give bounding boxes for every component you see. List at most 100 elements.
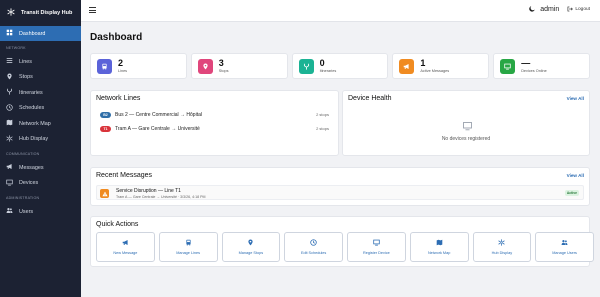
sidebar-item-label: Lines (19, 58, 32, 65)
manage-lines-button[interactable]: Manage Lines (158, 232, 218, 262)
sidebar-item-dashboard[interactable]: Dashboard (0, 26, 81, 41)
manage-users-button[interactable]: Manage Users (535, 232, 594, 262)
action-label: Manage Lines (176, 251, 201, 255)
manage-stops-button[interactable]: Manage Stops (221, 232, 281, 262)
brand[interactable]: Transit Display Hub (0, 0, 81, 26)
bus-icon (97, 58, 112, 74)
hub-display-button[interactable]: Hub Display (472, 232, 532, 262)
action-label: Hub Display (491, 251, 513, 255)
sidebar-section-communication: COMMUNICATION (6, 152, 40, 156)
map-pin-icon (197, 58, 213, 74)
stat-card-lines: 2 Lines (90, 53, 187, 79)
message-subtitle: Tram A — Gare Centrale → Université · 3/… (116, 194, 206, 199)
sidebar-item-users[interactable]: Users (0, 204, 81, 220)
network-map-button[interactable]: Network Map (409, 232, 469, 262)
clock-icon (310, 239, 317, 248)
menu-toggle-icon[interactable] (89, 7, 96, 14)
device-health-card: Device Health View All No devices regist… (342, 90, 590, 156)
sidebar-item-label: Hub Display (19, 136, 49, 143)
page-title: Dashboard (90, 32, 143, 43)
sidebar-item-label: Itineraries (19, 89, 43, 96)
top-header: admin Logout (81, 0, 600, 22)
quick-actions-card: Quick Actions New Message Manage Lines M… (90, 216, 594, 267)
stat-label: Lines (118, 69, 128, 73)
sidebar-item-hub-display[interactable]: Hub Display (0, 132, 81, 148)
stat-label: Itineraries (319, 69, 337, 73)
sidebar-item-itineraries[interactable]: Itineraries (0, 85, 81, 101)
line-badge: T1 (100, 125, 111, 132)
line-stops: 2 stops (316, 126, 329, 131)
network-lines-card: Network Lines B2 Bus 2 — Centre Commerci… (90, 90, 339, 156)
username: admin (540, 6, 560, 13)
map-pin-icon (6, 73, 13, 82)
edit-schedules-button[interactable]: Edit Schedules (284, 232, 343, 262)
card-title: Device Health (348, 95, 392, 102)
status-badge: Active (564, 190, 579, 196)
sidebar-item-lines[interactable]: Lines (0, 54, 81, 70)
card-title: Quick Actions (96, 221, 139, 228)
sidebar-item-label: Dashboard (19, 30, 46, 37)
line-name: Bus 2 — Centre Commercial → Hôpital (115, 111, 202, 118)
dashboard-icon (6, 29, 13, 38)
stat-value: 1 (420, 58, 426, 68)
sidebar-item-devices[interactable]: Devices (0, 176, 81, 192)
stat-label: Devices Online (521, 69, 547, 73)
stat-card-active-messages: 1 Active Messages (392, 53, 490, 79)
sidebar-section-network: NETWORK (6, 46, 26, 50)
sidebar-item-stops[interactable]: Stops (0, 70, 81, 86)
new-message-button[interactable]: New Message (96, 232, 155, 262)
line-name: Tram A — Gare Centrale → Université (115, 125, 200, 132)
megaphone-icon (122, 239, 129, 248)
action-label: Edit Schedules (300, 251, 327, 255)
user-menu[interactable]: admin (529, 5, 559, 14)
line-row[interactable]: B2 Bus 2 — Centre Commercial → Hôpital 2… (100, 110, 335, 119)
main-content: Dashboard 2 Lines 3 Stops 0 Itineraries 1 Ac… (81, 22, 600, 297)
message-row[interactable]: Service Disruption — Line T1 Tram A — Ga… (96, 185, 584, 200)
register-device-button[interactable]: Register Device (347, 232, 406, 262)
stat-card-itineraries: 0 Itineraries (291, 53, 389, 79)
line-row[interactable]: T1 Tram A — Gare Centrale → Université 2… (100, 124, 335, 133)
megaphone-icon (399, 58, 415, 74)
sidebar-item-label: Network Map (19, 120, 51, 127)
action-label: Manage Users (552, 251, 577, 255)
sidebar-section-administration: ADMINISTRATION (6, 196, 40, 200)
line-stops: 2 stops (316, 112, 329, 117)
action-label: New Message (113, 251, 138, 255)
bus-icon (185, 239, 192, 248)
lines-icon (6, 57, 13, 66)
hub-icon (498, 239, 506, 248)
sidebar-item-label: Devices (19, 180, 39, 187)
logout-button[interactable]: Logout (567, 6, 590, 14)
sidebar-item-label: Users (19, 208, 34, 215)
action-label: Network Map (427, 251, 451, 255)
itinerary-icon (298, 58, 314, 74)
stats-row: 2 Lines 3 Stops 0 Itineraries 1 Active Messa… (90, 53, 590, 79)
moon-icon[interactable] (529, 5, 536, 14)
card-title: Recent Messages (96, 172, 153, 179)
sidebar: Transit Display Hub Dashboard NETWORK Li… (0, 0, 81, 297)
sidebar-item-network-map[interactable]: Network Map (0, 116, 81, 132)
line-badge: B2 (100, 111, 111, 118)
sidebar-item-label: Schedules (19, 105, 45, 112)
stat-value: 0 (319, 58, 325, 68)
recent-messages-card: Recent Messages View All Service Disrupt… (90, 167, 590, 206)
sidebar-item-messages[interactable]: Messages (0, 160, 81, 176)
view-all-link[interactable]: View All (567, 96, 584, 101)
sidebar-item-schedules[interactable]: Schedules (0, 101, 81, 117)
itinerary-icon (6, 88, 13, 97)
map-icon (436, 239, 443, 248)
map-icon (6, 119, 13, 128)
view-all-link[interactable]: View All (567, 173, 584, 178)
monitor-icon (500, 58, 516, 74)
sidebar-item-label: Stops (19, 74, 33, 81)
monitor-icon (6, 179, 13, 188)
stat-card-devices-online: — Devices Online (493, 53, 590, 79)
logout-icon (567, 6, 574, 14)
app-title: Transit Display Hub (21, 10, 73, 16)
message-title: Service Disruption — Line T1 (116, 188, 181, 194)
megaphone-icon (6, 163, 13, 172)
hub-icon (6, 135, 13, 144)
empty-state-text: No devices registered (441, 136, 491, 142)
stat-label: Stops (218, 69, 229, 73)
stat-card-stops: 3 Stops (190, 53, 288, 79)
